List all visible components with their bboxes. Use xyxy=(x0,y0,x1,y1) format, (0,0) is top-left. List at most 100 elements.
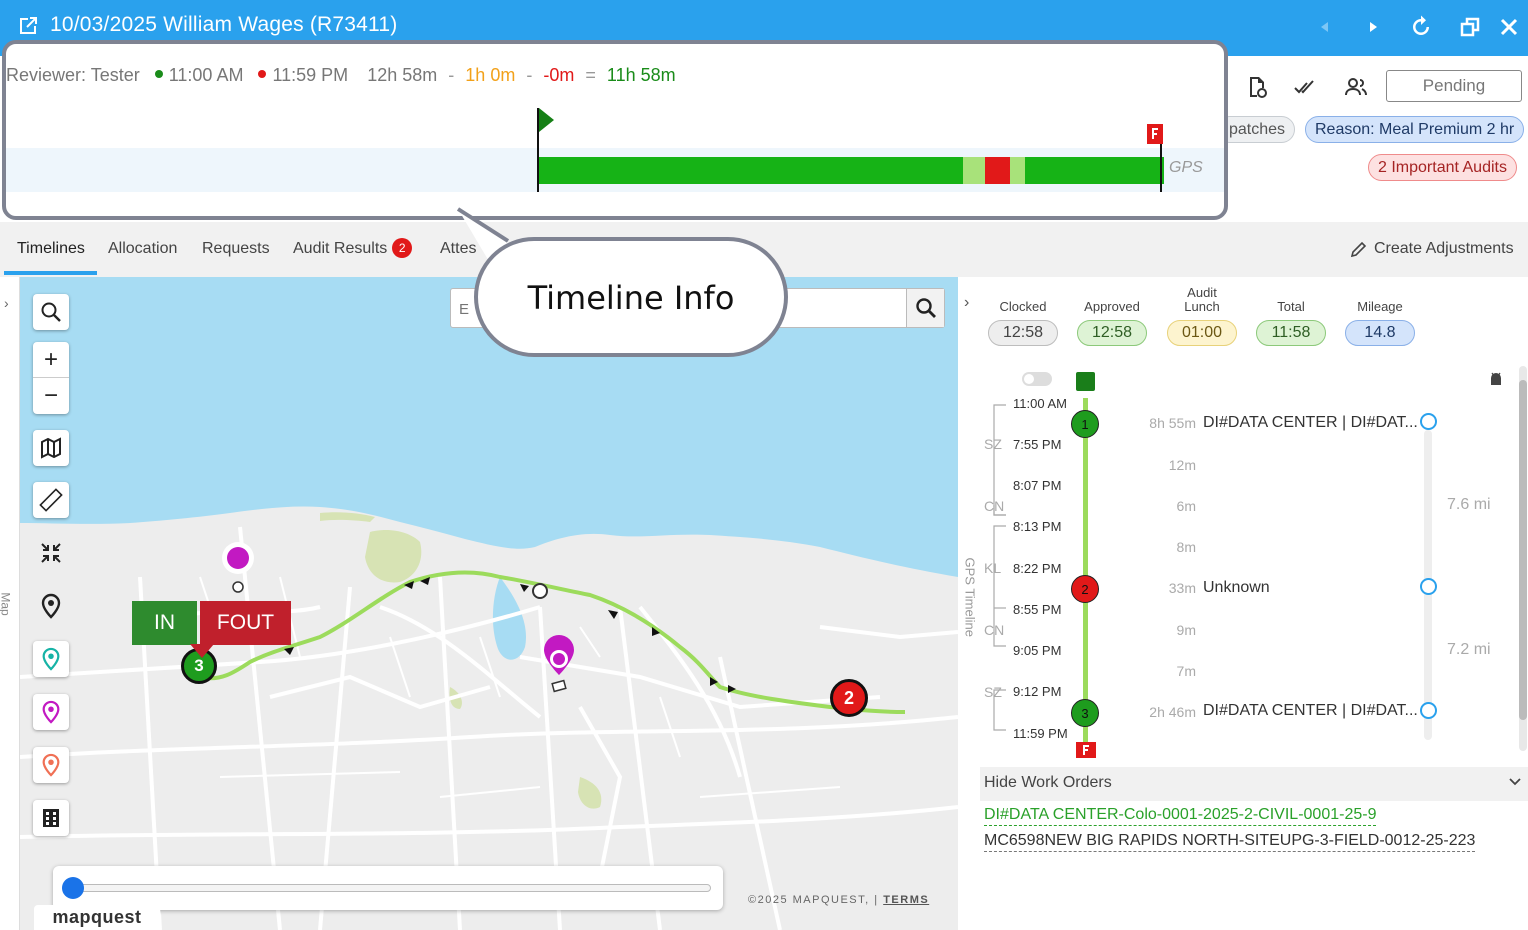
active-tab-indicator xyxy=(4,271,97,275)
close-icon[interactable] xyxy=(1496,14,1522,40)
mapquest-logo: mapquest xyxy=(34,905,160,930)
tl-time: 9:12 PM xyxy=(1013,684,1062,699)
ruler-icon[interactable] xyxy=(33,482,69,518)
search-icon xyxy=(915,298,936,318)
tl-time: 7:55 PM xyxy=(1013,437,1062,452)
status-button[interactable]: Pending xyxy=(1386,70,1522,102)
stat-mileage: Mileage 14.8 xyxy=(1345,300,1415,346)
stat-value: 01:00 xyxy=(1167,320,1237,346)
document-refresh-icon[interactable] xyxy=(1245,75,1269,99)
map-search-icon[interactable] xyxy=(33,294,69,330)
tab-allocation[interactable]: Allocation xyxy=(108,240,177,258)
collapse-chevron-icon[interactable]: › xyxy=(964,294,969,312)
tl-time: 8:13 PM xyxy=(1013,519,1062,534)
scrollbar-thumb[interactable] xyxy=(1519,380,1527,720)
tab-timelines[interactable]: Timelines xyxy=(17,240,85,258)
pencil-icon xyxy=(1350,241,1367,258)
collapse-arrows-icon[interactable] xyxy=(33,535,69,571)
zoom-out-button[interactable]: − xyxy=(33,378,69,414)
start-square-icon xyxy=(1076,372,1095,391)
tab-audit-results[interactable]: Audit Results 2 xyxy=(293,238,413,258)
location-ring-icon[interactable] xyxy=(1420,578,1437,595)
stat-label: Total xyxy=(1277,299,1305,314)
stat-label: Clocked xyxy=(999,299,1047,314)
tl-code: SZ xyxy=(984,436,1002,452)
timeline-node-3[interactable]: 3 xyxy=(1071,699,1099,727)
clock-in-flag[interactable]: IN xyxy=(132,601,197,645)
timeline-node-2[interactable]: 2 xyxy=(1071,575,1099,603)
location-ring-icon[interactable] xyxy=(1420,413,1437,430)
orange-pin-icon[interactable] xyxy=(33,747,69,783)
map-search-button[interactable] xyxy=(906,289,944,327)
tl-duration: 9m xyxy=(1176,622,1196,638)
previous-icon[interactable] xyxy=(1312,14,1338,40)
create-adjustments-label: Create Adjustments xyxy=(1374,240,1514,257)
map-copyright: ©2025 MAPQUEST, | TERMS xyxy=(748,894,930,906)
map-marker-2[interactable]: 2 xyxy=(830,679,868,717)
tl-location[interactable]: DI#DATA CENTER | DI#DAT... xyxy=(1203,414,1418,432)
tl-location[interactable]: DI#DATA CENTER | DI#DAT... xyxy=(1203,702,1418,720)
copyright-text: ©2025 MAPQUEST, xyxy=(748,894,870,906)
red-dot-icon xyxy=(258,70,267,78)
timeline-toggle[interactable] xyxy=(1022,372,1052,386)
android-icon xyxy=(1491,372,1501,385)
next-icon[interactable] xyxy=(1360,14,1386,40)
tl-duration: 8m xyxy=(1176,539,1196,555)
timeline-scrollbar[interactable] xyxy=(1519,366,1527,751)
expand-chevron-icon[interactable]: › xyxy=(4,295,9,311)
map-layers-icon[interactable] xyxy=(33,430,69,466)
open-external-icon[interactable] xyxy=(16,14,40,38)
teal-pin-icon[interactable] xyxy=(33,641,69,677)
tl-duration: 8h 55m xyxy=(1149,415,1196,431)
timeline-node-1[interactable]: 1 xyxy=(1071,410,1099,438)
location-ring-icon[interactable] xyxy=(1420,702,1437,719)
terms-link[interactable]: TERMS xyxy=(883,894,929,906)
tl-time: 8:55 PM xyxy=(1013,602,1062,617)
start-time: 11:00 AM xyxy=(168,65,244,85)
work-order-link[interactable]: MC6598NEW BIG RAPIDS NORTH-SITEUPG-3-FIE… xyxy=(984,831,1476,852)
gps-label: GPS xyxy=(1169,159,1203,176)
location-pin-icon[interactable] xyxy=(33,588,69,624)
reviewer-label: Reviewer: Tester xyxy=(6,65,140,85)
stat-value: 14.8 xyxy=(1345,320,1415,346)
clock-out-flag[interactable]: FOUT xyxy=(200,601,291,645)
stat-value: 11:58 xyxy=(1256,320,1326,346)
users-icon[interactable] xyxy=(1344,75,1368,99)
tab-audit-results-label: Audit Results xyxy=(293,240,388,257)
important-audits-chip[interactable]: 2 Important Audits xyxy=(1368,154,1517,181)
slider-track[interactable] xyxy=(71,884,711,892)
create-adjustments-button[interactable]: Create Adjustments xyxy=(1350,240,1514,258)
tl-duration: 33m xyxy=(1168,580,1196,596)
map-side-strip[interactable]: › Map xyxy=(0,277,20,930)
stat-value: 12:58 xyxy=(1077,320,1147,346)
tab-requests[interactable]: Requests xyxy=(202,240,270,258)
tl-location[interactable]: Unknown xyxy=(1203,579,1270,597)
lunch-duration: 1h 0m xyxy=(465,65,516,85)
bubble-text: Timeline Info xyxy=(527,279,735,317)
gps-timeline-label: GPS Timeline xyxy=(962,557,978,637)
tl-duration: 6m xyxy=(1176,498,1196,514)
timeline-info-bubble: Timeline Info xyxy=(474,237,788,357)
tl-time: 8:07 PM xyxy=(1013,478,1062,493)
stat-label: Approved xyxy=(1084,299,1140,314)
tl-duration: 2h 46m xyxy=(1149,704,1196,720)
slider-knob[interactable] xyxy=(62,877,84,899)
magenta-pin-icon[interactable] xyxy=(33,694,69,730)
tl-time: 8:22 PM xyxy=(1013,561,1062,576)
stat-clocked: Clocked 12:58 xyxy=(988,300,1058,346)
tl-code: CN xyxy=(984,622,1005,638)
work-order-link[interactable]: DI#DATA CENTER-Colo-0001-2025-2-CIVIL-00… xyxy=(984,805,1377,826)
stat-label: Mileage xyxy=(1357,299,1403,314)
refresh-icon[interactable] xyxy=(1408,14,1434,40)
tl-code: SZ xyxy=(984,684,1002,700)
tl-code: CN xyxy=(984,498,1005,514)
tl-time: 9:05 PM xyxy=(1013,643,1062,658)
work-orders-header[interactable]: Hide Work Orders xyxy=(980,767,1528,801)
reason-chip[interactable]: Reason: Meal Premium 2 hr xyxy=(1305,116,1525,143)
zoom-in-button[interactable]: + xyxy=(33,342,69,378)
restore-window-icon[interactable] xyxy=(1457,14,1483,40)
tl-time: 11:00 AM xyxy=(1013,396,1067,411)
double-check-icon[interactable] xyxy=(1293,75,1317,99)
building-icon[interactable] xyxy=(33,800,69,836)
end-flag-icon xyxy=(1076,742,1096,758)
